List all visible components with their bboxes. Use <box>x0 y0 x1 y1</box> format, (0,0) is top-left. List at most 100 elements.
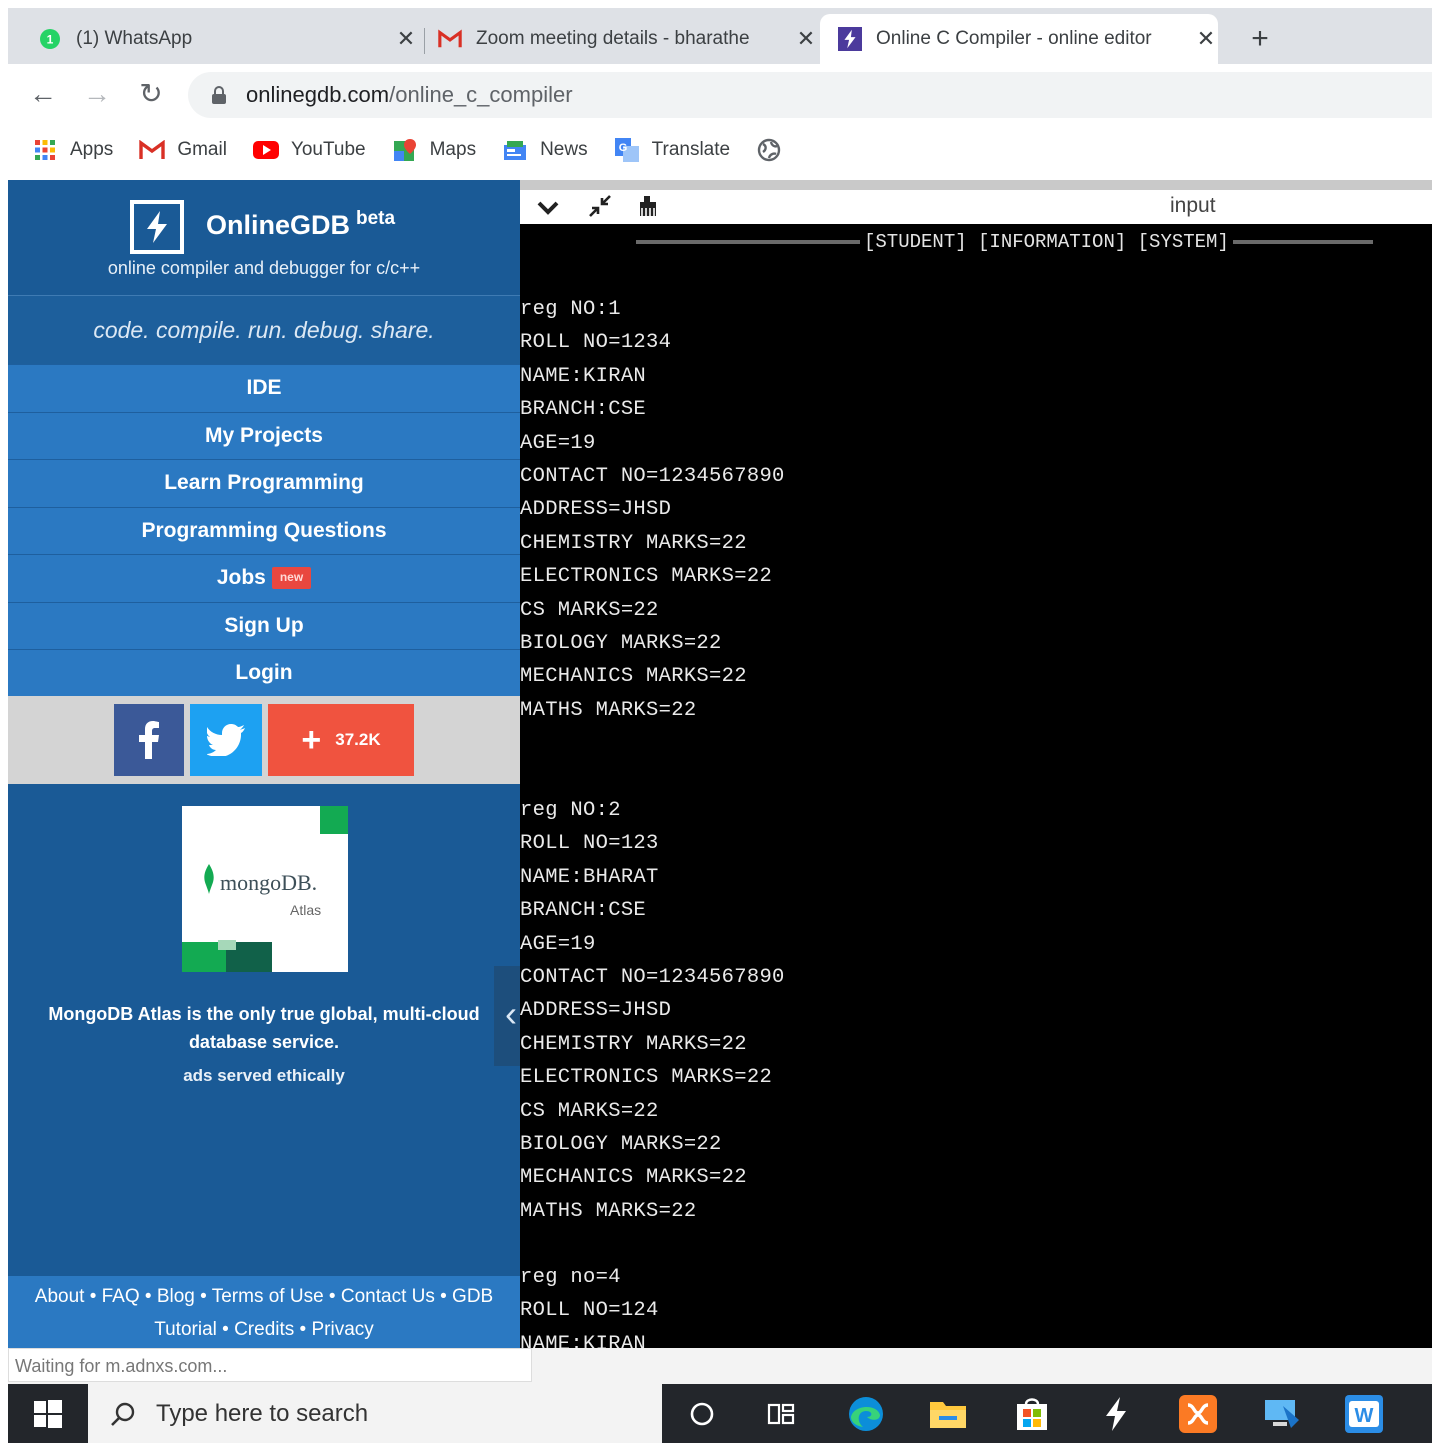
forward-button[interactable]: → <box>80 78 114 112</box>
bookmark-apps[interactable]: Apps <box>32 138 113 162</box>
onlinegdb-taskbar-icon[interactable] <box>1096 1394 1136 1434</box>
close-icon[interactable]: ✕ <box>794 26 818 52</box>
console-line: CONTACT NO=1234567890 <box>520 966 785 989</box>
bookmark-maps[interactable]: Maps <box>392 138 476 162</box>
brand-name[interactable]: OnlineGDB <box>206 210 350 241</box>
store-icon[interactable] <box>1012 1394 1052 1434</box>
sidebar-item-label: Login <box>235 661 293 684</box>
console-line: CHEMISTRY MARKS=22 <box>520 531 747 555</box>
console-line: reg no=4 <box>520 1266 621 1289</box>
new-tab-button[interactable]: + <box>1242 22 1278 56</box>
console-line: ROLL NO=124 <box>520 1299 659 1323</box>
share-bar: +37.2K <box>8 696 520 784</box>
facebook-share-button[interactable] <box>114 704 184 776</box>
beta-label: beta <box>356 208 396 229</box>
word-icon[interactable]: W <box>1344 1394 1384 1434</box>
cortana-icon[interactable] <box>682 1394 722 1434</box>
bookmark-youtube[interactable]: YouTube <box>252 138 366 162</box>
bookmark-label: Apps <box>70 139 114 160</box>
tab-strip: 1 (1) WhatsApp ✕ Zoom meeting details - … <box>8 8 1432 64</box>
ad-logo-sub: Atlas <box>290 902 322 918</box>
console-line: MATHS MARKS=22 <box>520 698 697 722</box>
tab-online-c-compiler[interactable]: Online C Compiler - online editor ✕ <box>820 14 1218 64</box>
twitter-share-button[interactable] <box>190 704 262 776</box>
search-icon <box>110 1401 136 1427</box>
ad-credit[interactable]: ads served ethically <box>8 1066 520 1086</box>
svg-text:1: 1 <box>47 33 54 47</box>
bookmark-news[interactable]: News <box>502 138 588 162</box>
bookmark-globe[interactable] <box>756 138 794 162</box>
console-line: MECHANICS MARKS=22 <box>520 1166 747 1190</box>
tab-title: Zoom meeting details - bharathe <box>476 28 750 49</box>
sidebar-item-label: My Projects <box>205 423 323 447</box>
twitter-icon <box>207 724 245 756</box>
input-label[interactable]: input <box>1170 194 1216 218</box>
console-line: BRANCH:CSE <box>520 899 647 923</box>
add-share-button[interactable]: +37.2K <box>268 704 414 776</box>
shrink-icon[interactable] <box>586 194 614 222</box>
console-line: ROLL NO=1234 <box>520 331 672 355</box>
remote-desktop-icon[interactable] <box>1262 1394 1302 1434</box>
console-line: MATHS MARKS=22 <box>520 1199 697 1223</box>
xampp-icon[interactable] <box>1178 1394 1218 1434</box>
taskbar-search[interactable]: Type here to search <box>88 1384 662 1443</box>
mongodb-ad-image[interactable]: mongoDB. Atlas <box>182 806 348 972</box>
lock-icon <box>212 86 226 104</box>
footer-links[interactable]: About • FAQ • Blog • Terms of Use • Cont… <box>8 1276 520 1348</box>
file-explorer-icon[interactable] <box>928 1394 968 1434</box>
sidebar-item-jobs[interactable]: Jobs new <box>8 554 520 602</box>
console-line: reg NO:1 <box>520 298 621 321</box>
task-view-icon[interactable] <box>762 1394 802 1434</box>
sidebar-item-programming-questions[interactable]: Programming Questions <box>8 506 520 554</box>
whatsapp-icon: 1 <box>38 27 62 51</box>
sidebar-item-ide[interactable]: IDE <box>8 364 520 412</box>
onlinegdb-icon <box>838 27 862 51</box>
sidebar-item-learn-programming[interactable]: Learn Programming <box>8 459 520 507</box>
browser-toolbar: ← → ↻ onlinegdb.com/online_c_compiler <box>8 64 1432 124</box>
youtube-icon <box>252 138 279 162</box>
reload-button[interactable]: ↻ <box>134 78 168 112</box>
search-placeholder: Type here to search <box>156 1399 369 1427</box>
bookmark-label: Translate <box>651 139 731 160</box>
address-bar[interactable]: onlinegdb.com/online_c_compiler <box>188 72 1432 118</box>
footer-links-line[interactable]: Tutorial • Credits • Privacy <box>8 1313 520 1346</box>
console-output[interactable]: [STUDENT] [INFORMATION] [SYSTEM] reg NO:… <box>520 224 1432 1360</box>
edge-browser-icon[interactable] <box>846 1394 886 1434</box>
console-line: MECHANICS MARKS=22 <box>520 665 747 689</box>
sidebar-item-sign-up[interactable]: Sign Up <box>8 601 520 649</box>
bookmark-gmail[interactable]: Gmail <box>139 138 227 162</box>
bookmark-label: Gmail <box>177 139 227 160</box>
onlinegdb-logo-icon[interactable] <box>130 200 184 254</box>
back-button[interactable]: ← <box>26 78 60 112</box>
close-icon[interactable]: ✕ <box>394 26 418 52</box>
tab-whatsapp[interactable]: 1 (1) WhatsApp ✕ <box>38 14 418 64</box>
sidebar-item-login[interactable]: Login <box>8 649 520 697</box>
start-button[interactable] <box>8 1384 88 1443</box>
windows-logo-icon <box>34 1399 62 1428</box>
sidebar-item-label: IDE <box>246 376 282 399</box>
bookmark-label: YouTube <box>290 139 366 160</box>
footer-links-line[interactable]: About • FAQ • Blog • Terms of Use • Cont… <box>8 1280 520 1313</box>
chevron-down-icon[interactable] <box>534 194 562 222</box>
tagline: code. compile. run. debug. share. <box>8 296 520 364</box>
sidebar-item-label: Jobs <box>216 566 266 589</box>
globe-icon <box>756 138 782 162</box>
console-line: NAME:BHARAT <box>520 865 659 889</box>
maps-icon <box>392 138 418 162</box>
mongodb-leaf-icon <box>204 864 214 894</box>
console-line: ADDRESS=JHSD <box>520 999 672 1023</box>
news-icon <box>502 138 528 162</box>
bookmark-translate[interactable]: G Translate <box>614 138 731 162</box>
ad-text[interactable]: MongoDB Atlas is the only true global, m… <box>38 1000 490 1056</box>
bookmarks-bar: Apps Gmail YouTube Maps News G Translate <box>8 124 1432 176</box>
close-icon[interactable]: ✕ <box>1194 26 1218 52</box>
tab-zoom-meeting[interactable]: Zoom meeting details - bharathe ✕ <box>438 14 818 64</box>
clear-console-icon[interactable] <box>634 194 662 222</box>
status-text: Waiting for m.adnxs.com... <box>8 1348 532 1382</box>
console-line: reg NO:2 <box>520 799 621 822</box>
status-strip: Waiting for m.adnxs.com... <box>8 1348 1432 1384</box>
sidebar-item-my-projects[interactable]: My Projects <box>8 411 520 459</box>
chevron-left-icon: ‹ <box>505 993 517 1034</box>
translate-icon: G <box>614 138 640 162</box>
console-toolbar: input <box>520 180 1432 224</box>
